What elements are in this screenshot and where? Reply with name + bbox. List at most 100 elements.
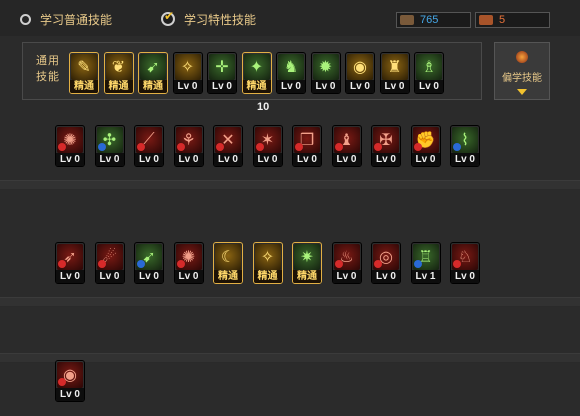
lock-badge-icon bbox=[334, 143, 343, 151]
figure-icon: ♗ bbox=[416, 54, 442, 80]
skill-slot[interactable]: ✊ Lv 0 bbox=[410, 125, 441, 167]
skill-level-label: 精通 bbox=[293, 270, 321, 283]
skill-level-label: Lv 0 bbox=[372, 153, 400, 166]
lock-badge-icon bbox=[58, 378, 66, 386]
skill-level-label: 精通 bbox=[214, 270, 242, 283]
skill-level-label: Lv 1 bbox=[411, 270, 440, 283]
skill-level-label: Lv 0 bbox=[372, 270, 400, 283]
skill-level-label: 精通 bbox=[242, 80, 271, 93]
lock-badge-icon bbox=[176, 260, 185, 268]
skill-level-label: Lv 0 bbox=[346, 80, 374, 93]
lock-badge-icon bbox=[255, 143, 264, 151]
skill-slot[interactable]: ✧ Lv 0 bbox=[172, 52, 203, 94]
tab-common-skills[interactable]: 学习普通技能 bbox=[20, 10, 112, 28]
lock-badge-icon bbox=[176, 143, 185, 151]
tab-feature-skills[interactable]: 学习特性技能 bbox=[161, 9, 257, 28]
skill-slot[interactable]: ⚘ Lv 0 bbox=[173, 125, 204, 167]
tab-label: 学习特性技能 bbox=[184, 12, 257, 27]
skill-level-label: Lv 0 bbox=[293, 153, 321, 166]
skill-level-label: Lv 0 bbox=[451, 270, 479, 283]
skill-slot[interactable]: ✧ 精通 bbox=[252, 242, 283, 284]
tab-label: 学习普通技能 bbox=[40, 12, 113, 27]
skill-level-label: Lv 0 bbox=[208, 80, 236, 93]
skill-level-label: Lv 0 bbox=[135, 270, 163, 283]
lock-badge-icon bbox=[58, 260, 66, 268]
currency-value: 765 bbox=[420, 14, 439, 26]
lock-badge-icon bbox=[374, 143, 382, 151]
skill-level-label: Lv 0 bbox=[311, 80, 340, 93]
skill-slot[interactable]: ♨ Lv 0 bbox=[331, 242, 362, 284]
button-label: 偏学技能 bbox=[502, 73, 542, 84]
currency-points-b: 5 bbox=[475, 12, 550, 28]
currency-points-a: 765 bbox=[396, 12, 471, 28]
skill-level-label: 精通 bbox=[139, 80, 167, 93]
skill-slot[interactable]: ❒ Lv 0 bbox=[292, 125, 322, 167]
skill-level-label: Lv 0 bbox=[174, 153, 203, 166]
lock-badge-icon bbox=[137, 143, 145, 151]
skill-slot[interactable]: ✣ Lv 0 bbox=[94, 125, 125, 167]
skill-level-label: Lv 0 bbox=[173, 80, 202, 93]
panel-label-line: 技能 bbox=[36, 71, 60, 83]
lock-badge-icon bbox=[453, 143, 461, 151]
skill-slot[interactable]: ☄ Lv 0 bbox=[94, 242, 125, 284]
skill-slot[interactable]: ✛ Lv 0 bbox=[207, 52, 237, 94]
rider-icon: ♞ bbox=[278, 54, 304, 80]
panel-label-line: 通用 bbox=[36, 55, 60, 67]
skill-slot[interactable]: ◎ Lv 0 bbox=[371, 242, 401, 284]
preferred-skills-button[interactable]: 偏学技能 bbox=[494, 42, 550, 100]
skill-slot[interactable]: ✎ 精通 bbox=[69, 52, 99, 94]
skill-slot[interactable]: ☾ 精通 bbox=[213, 242, 243, 284]
row-divider bbox=[0, 353, 580, 363]
skill-slot[interactable]: ➶ Lv 0 bbox=[55, 242, 85, 284]
skill-slot[interactable]: ◉ Lv 0 bbox=[55, 360, 85, 402]
lock-badge-icon bbox=[137, 260, 145, 268]
skill-level-label: Lv 0 bbox=[277, 80, 305, 93]
skill-level-label: Lv 0 bbox=[253, 153, 282, 166]
skill-slot[interactable]: ⟋ Lv 0 bbox=[134, 125, 164, 167]
skill-slot[interactable]: ♝ Lv 0 bbox=[331, 125, 362, 167]
skill-slot[interactable]: ✺ Lv 0 bbox=[55, 125, 85, 167]
lock-badge-icon bbox=[58, 143, 66, 151]
eagle-icon: ✧ bbox=[174, 54, 201, 80]
dropdown-arrow-icon bbox=[517, 89, 527, 95]
runner-icon: ➹ bbox=[140, 54, 166, 80]
skill-slot[interactable]: ✷ 精通 bbox=[292, 242, 322, 284]
radio-icon bbox=[20, 13, 31, 25]
skill-level-label: Lv 0 bbox=[332, 270, 361, 283]
skill-slot[interactable]: ➹ Lv 0 bbox=[134, 242, 164, 284]
lock-badge-icon bbox=[374, 260, 382, 268]
kick-icon: ✹ bbox=[312, 54, 339, 80]
skill-slot[interactable]: ✹ Lv 0 bbox=[310, 52, 341, 94]
skill-slot[interactable]: ⌇ Lv 0 bbox=[450, 125, 480, 167]
skill-level-label: Lv 0 bbox=[56, 270, 84, 283]
lock-badge-icon bbox=[413, 260, 422, 268]
scroll-icon: ✎ bbox=[71, 54, 97, 80]
skill-slot[interactable]: ✺ Lv 0 bbox=[173, 242, 204, 284]
skill-slot[interactable]: ✠ Lv 0 bbox=[371, 125, 401, 167]
moon-icon: ☾ bbox=[215, 244, 241, 270]
skill-slot[interactable]: ♗ Lv 0 bbox=[414, 52, 444, 94]
skill-level-label: Lv 0 bbox=[411, 153, 440, 166]
skill-slot[interactable]: ✶ Lv 0 bbox=[252, 125, 283, 167]
skill-slot[interactable]: ♜ Lv 0 bbox=[379, 52, 410, 94]
skill-slot[interactable]: ♖ Lv 1 bbox=[410, 242, 441, 284]
skill-level-label: Lv 0 bbox=[56, 388, 84, 401]
skill-slot[interactable]: ✦ 精通 bbox=[241, 52, 272, 94]
lock-badge-icon bbox=[413, 143, 422, 151]
skill-slot[interactable]: ◉ Lv 0 bbox=[345, 52, 375, 94]
lock-badge-icon bbox=[334, 260, 343, 268]
skill-level-label: Lv 0 bbox=[174, 270, 203, 283]
skill-slot[interactable]: ✕ Lv 0 bbox=[213, 125, 243, 167]
lock-badge-icon bbox=[295, 143, 303, 151]
skill-slot[interactable]: ❦ 精通 bbox=[103, 52, 134, 94]
lock-badge-icon bbox=[453, 260, 461, 268]
lock-badge-icon bbox=[97, 260, 106, 268]
skill-level-label: Lv 0 bbox=[214, 153, 242, 166]
skill-slot[interactable]: ➹ 精通 bbox=[138, 52, 168, 94]
skill-level-label: Lv 0 bbox=[95, 153, 124, 166]
book-icon bbox=[479, 15, 493, 25]
skill-level-label: Lv 0 bbox=[56, 153, 84, 166]
skill-slot[interactable]: ♘ Lv 0 bbox=[450, 242, 480, 284]
skill-level-label: Lv 0 bbox=[332, 153, 361, 166]
skill-slot[interactable]: ♞ Lv 0 bbox=[276, 52, 306, 94]
